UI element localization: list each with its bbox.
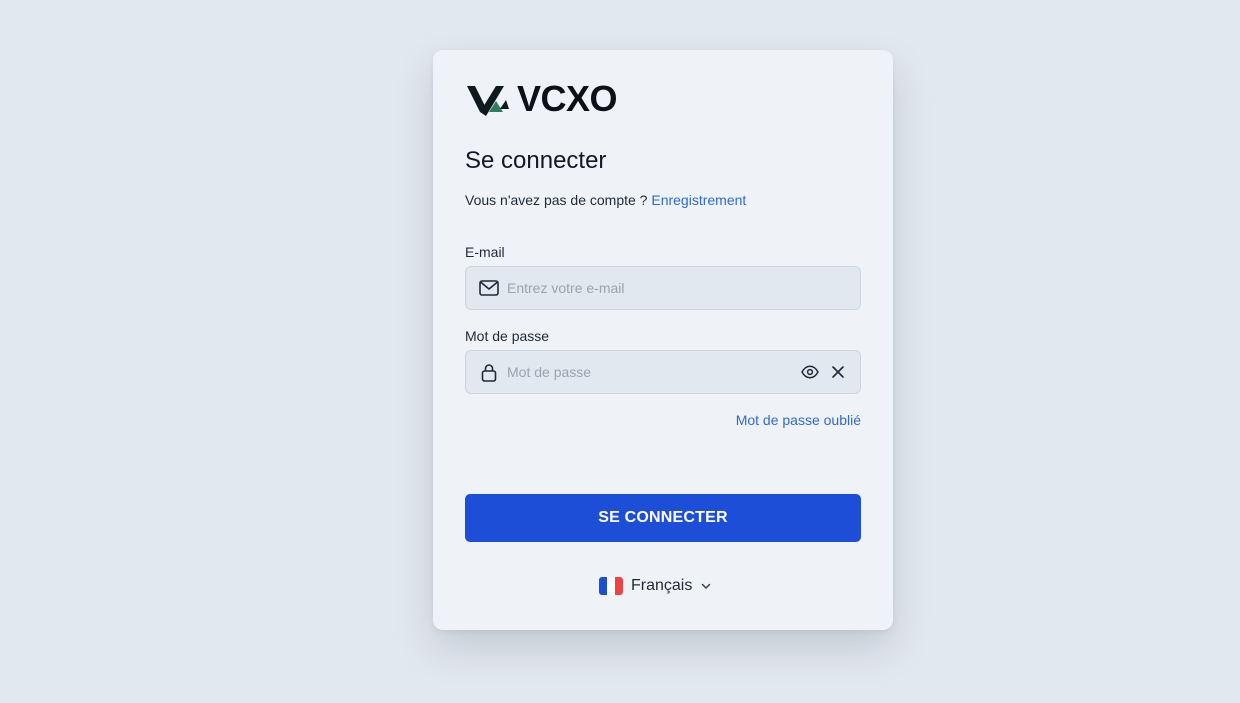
email-label: E-mail: [465, 244, 505, 260]
mail-icon: [479, 278, 499, 298]
language-label: Français: [631, 577, 693, 594]
login-page: VCXO Se connecter Vous n'avez pas de com…: [0, 0, 1240, 703]
brand-name: VCXO: [517, 78, 618, 119]
forgot-password-link[interactable]: Mot de passe oublié: [736, 411, 861, 429]
flag-fr-icon: [599, 577, 623, 595]
chevron-down-icon: [700, 580, 712, 592]
eye-icon[interactable]: [800, 362, 820, 382]
no-account-text: Vous n'avez pas de compte ?: [465, 192, 648, 208]
register-link[interactable]: Enregistrement: [651, 192, 746, 208]
lock-icon: [479, 362, 499, 382]
password-input[interactable]: [507, 352, 800, 392]
login-button[interactable]: SE CONNECTER: [465, 494, 861, 542]
close-icon[interactable]: [828, 362, 848, 382]
email-field[interactable]: [465, 266, 861, 310]
brand-logo: VCXO: [467, 78, 618, 119]
brand-logo-mark: [467, 86, 509, 116]
password-label: Mot de passe: [465, 328, 550, 344]
page-title: Se connecter: [465, 147, 607, 174]
password-field[interactable]: [465, 350, 861, 394]
register-prompt: Vous n'avez pas de compte ? Enregistreme…: [465, 191, 746, 209]
login-card: VCXO Se connecter Vous n'avez pas de com…: [433, 50, 893, 630]
email-input[interactable]: [507, 268, 860, 308]
language-selector[interactable]: Français: [599, 576, 712, 596]
